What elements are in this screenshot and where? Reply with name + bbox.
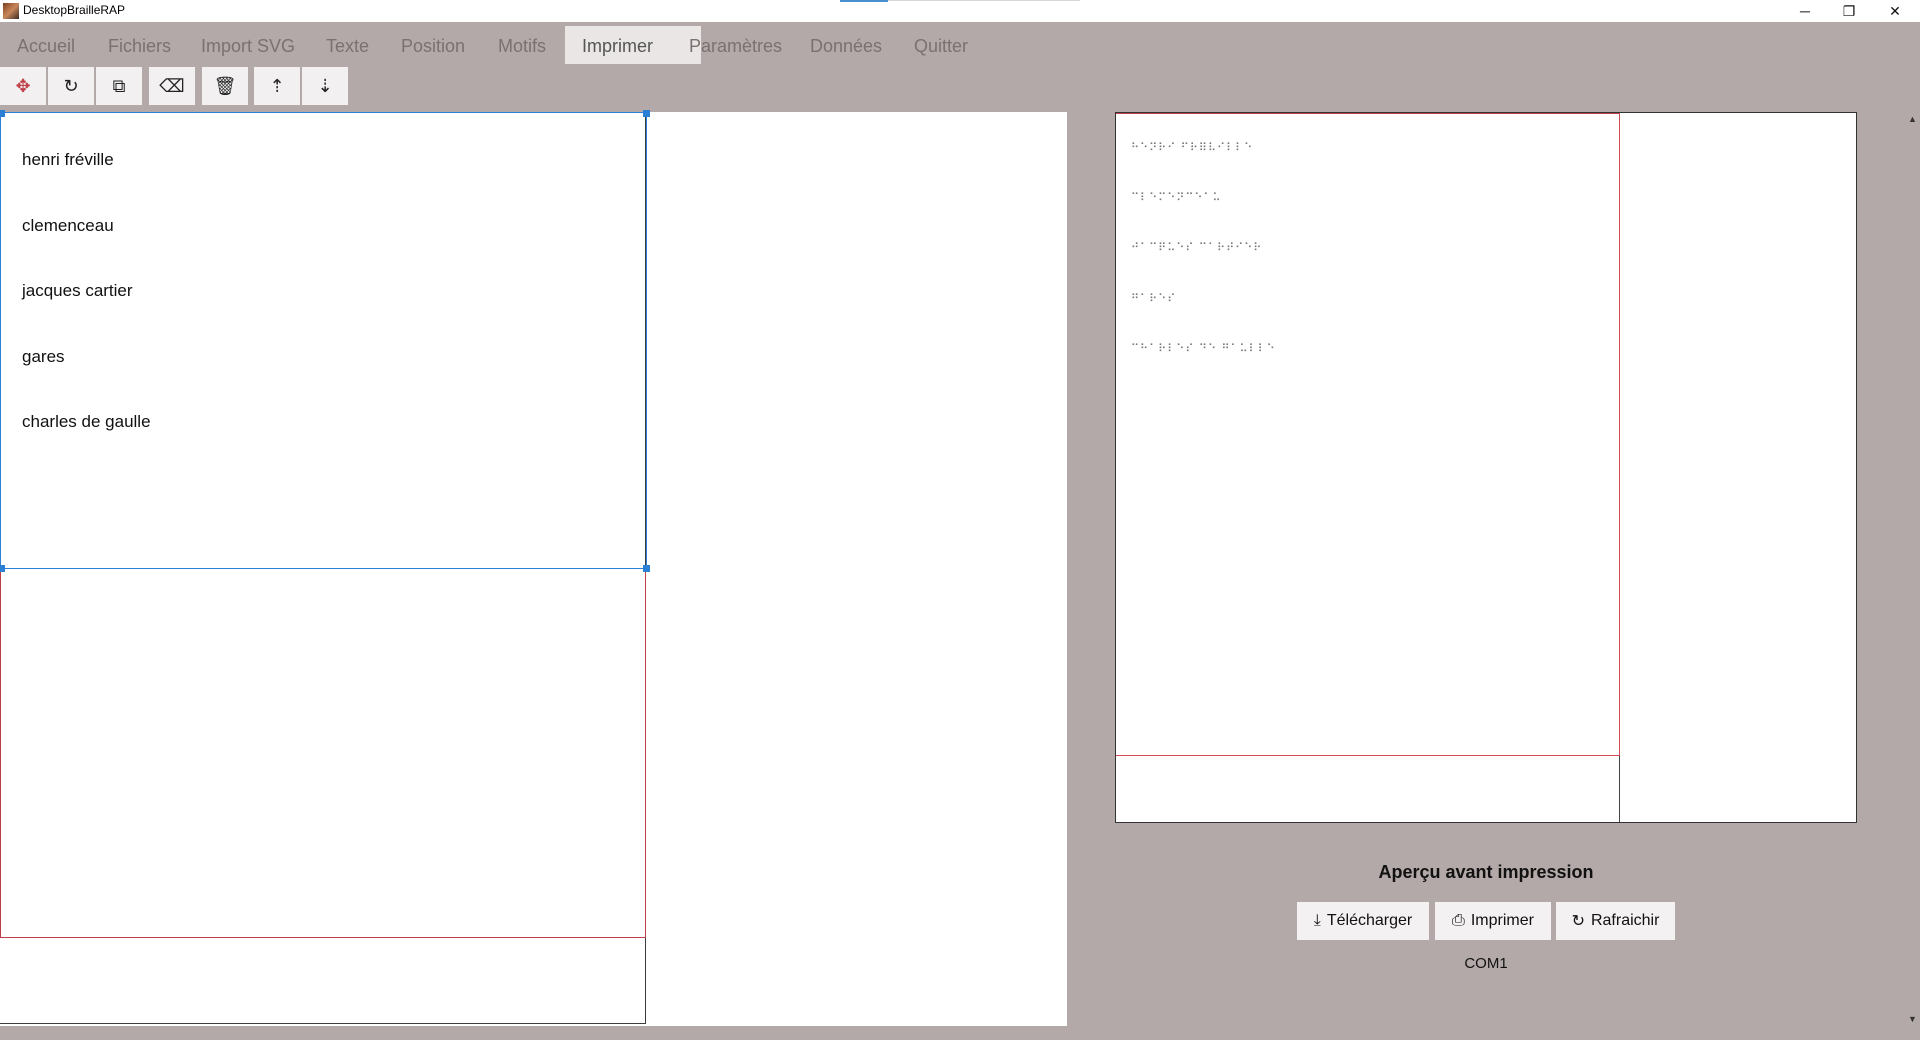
print-preview: ⠓⠑⠝⠗⠊ ⠋⠗⠿⠧⠊⠇⠇⠑ ⠉⠇⠑⠍⠑⠝⠉⠑⠁⠥ ⠚⠁⠉⠟⠥⠑⠎ ⠉⠁⠗⠞⠊⠑…: [1115, 112, 1857, 823]
download-icon: ⤓: [1313, 912, 1321, 929]
external-link-button[interactable]: ⧉: [96, 67, 142, 105]
braille-line: ⠛⠁⠗⠑⠎: [1131, 292, 1177, 305]
print-button[interactable]: ⎙ Imprimer: [1435, 902, 1551, 940]
menu-accueil[interactable]: Accueil: [0, 26, 92, 64]
rotate-icon: ↻: [63, 75, 79, 96]
menu-fichiers[interactable]: Fichiers: [91, 26, 188, 64]
title-accent: [840, 0, 888, 2]
braille-line: ⠓⠑⠝⠗⠊ ⠋⠗⠿⠧⠊⠇⠇⠑: [1131, 141, 1254, 154]
menu-motifs[interactable]: Motifs: [481, 26, 563, 64]
menu-quitter[interactable]: Quitter: [897, 26, 985, 64]
scroll-down-icon[interactable]: ▼: [1908, 1014, 1917, 1024]
preview-print-area: [1116, 113, 1620, 756]
braille-line: ⠚⠁⠉⠟⠥⠑⠎ ⠉⠁⠗⠞⠊⠑⠗: [1131, 241, 1263, 254]
title-bar: DesktopBrailleRAP ─ ❐ ✕: [0, 0, 1920, 22]
print-area: [0, 568, 646, 938]
maximize-button[interactable]: ❐: [1826, 0, 1872, 22]
scroll-up-icon[interactable]: ▲: [1908, 114, 1917, 124]
printer-icon: ⎙: [1452, 912, 1465, 929]
move-button[interactable]: ✥: [0, 67, 46, 105]
app-icon: [3, 3, 19, 19]
text-line[interactable]: gares: [22, 347, 65, 367]
text-line[interactable]: charles de gaulle: [22, 412, 151, 432]
refresh-label: Rafraichir: [1590, 912, 1660, 929]
window-title: DesktopBrailleRAP: [23, 3, 126, 17]
download-label: Télécharger: [1326, 912, 1413, 929]
text-line[interactable]: jacques cartier: [22, 281, 133, 301]
braille-line: ⠉⠇⠑⠍⠑⠝⠉⠑⠁⠥: [1131, 191, 1222, 204]
resize-handle[interactable]: [0, 110, 5, 117]
vertical-scrollbar[interactable]: ▲ ▼: [1905, 112, 1920, 1026]
refresh-button[interactable]: ↻ Rafraichir: [1556, 902, 1675, 940]
resize-handle[interactable]: [643, 110, 650, 117]
menu-donnees[interactable]: Données: [793, 26, 899, 64]
sort-descending-button[interactable]: ⇣: [302, 67, 348, 105]
braille-line: ⠉⠓⠁⠗⠇⠑⠎ ⠙⠑ ⠛⠁⠥⠇⠇⠑: [1131, 342, 1276, 355]
external-link-icon: ⧉: [112, 75, 126, 96]
trash-icon: 🗑: [213, 75, 237, 96]
menu-texte[interactable]: Texte: [309, 26, 386, 64]
menu-parametres[interactable]: Paramètres: [672, 26, 799, 64]
delete-button[interactable]: 🗑: [202, 67, 248, 105]
menu-bar: Accueil Fichiers Import SVG Texte Positi…: [0, 26, 1920, 64]
sort-ascending-icon: ⇡: [269, 75, 285, 96]
sort-ascending-button[interactable]: ⇡: [254, 67, 300, 105]
resize-handle[interactable]: [643, 565, 650, 572]
editor-canvas[interactable]: henri fréville clemenceau jacques cartie…: [0, 110, 1067, 1026]
preview-title: Aperçu avant impression: [1378, 862, 1594, 882]
close-button[interactable]: ✕: [1872, 0, 1918, 22]
minimize-button[interactable]: ─: [1782, 0, 1828, 22]
menu-import-svg[interactable]: Import SVG: [184, 26, 312, 64]
download-button[interactable]: ⤓ Télécharger: [1297, 902, 1429, 940]
text-line[interactable]: clemenceau: [22, 216, 114, 236]
eraser-icon: ⌫: [159, 75, 185, 96]
rotate-button[interactable]: ↻: [48, 67, 94, 105]
eraser-button[interactable]: ⌫: [149, 67, 195, 105]
print-label: Imprimer: [1470, 912, 1534, 929]
sort-descending-icon: ⇣: [317, 75, 333, 96]
resize-handle[interactable]: [0, 565, 5, 572]
selection-box[interactable]: [0, 110, 650, 572]
refresh-icon: ↻: [1571, 913, 1585, 930]
move-icon: ✥: [15, 75, 31, 96]
text-line[interactable]: henri fréville: [22, 150, 114, 170]
port-label: COM1: [1464, 955, 1508, 972]
menu-position[interactable]: Position: [384, 26, 482, 64]
title-divider: [888, 0, 1080, 1]
